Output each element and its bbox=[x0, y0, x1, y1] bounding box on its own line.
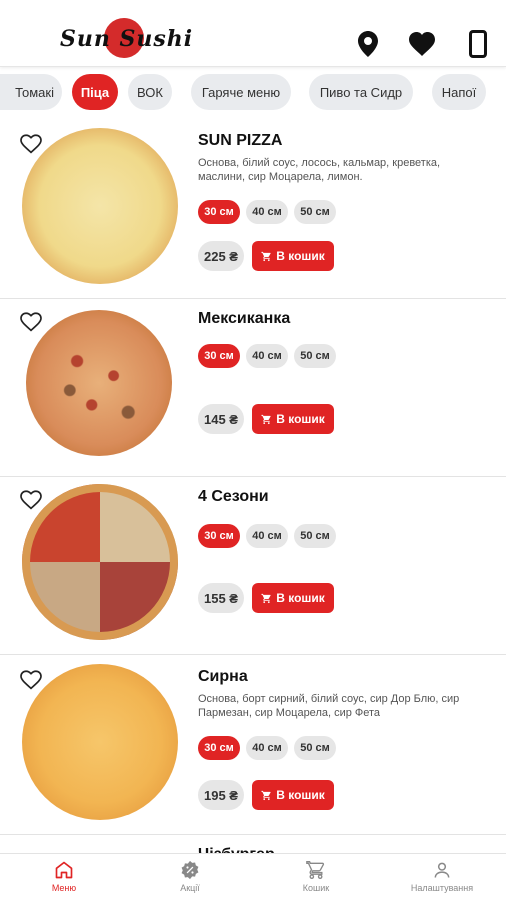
add-to-cart-button[interactable]: В кошик bbox=[252, 241, 334, 271]
size-selector: 30 см 40 см 50 см bbox=[198, 736, 336, 760]
cart-icon bbox=[261, 593, 271, 603]
product-title: 4 Сезони bbox=[198, 488, 269, 505]
product-title: Сирна bbox=[198, 668, 248, 685]
price-badge: 155 ₴ bbox=[198, 583, 244, 613]
tab-beer-cider[interactable]: Пиво та Сидр bbox=[309, 74, 413, 110]
product-description: Основа, білий соус, лосось, кальмар, кре… bbox=[198, 157, 441, 183]
size-option[interactable]: 30 см bbox=[198, 344, 240, 368]
add-to-cart-button[interactable]: В кошик bbox=[252, 583, 334, 613]
product-card: Сирна Основа, борт сирний, білий соус, с… bbox=[0, 656, 506, 835]
home-icon bbox=[55, 861, 73, 879]
phone-icon[interactable] bbox=[464, 30, 492, 58]
pizza-image[interactable] bbox=[22, 484, 178, 640]
size-selector: 30 см 40 см 50 см bbox=[198, 200, 336, 224]
add-to-cart-label: В кошик bbox=[276, 412, 325, 426]
add-to-cart-button[interactable]: В кошик bbox=[252, 404, 334, 434]
size-selector: 30 см 40 см 50 см bbox=[198, 344, 336, 368]
product-title: Мексиканка bbox=[198, 310, 291, 327]
product-card: 4 Сезони 30 см 40 см 50 см 155 ₴ В кошик bbox=[0, 476, 506, 655]
nav-label: Акції bbox=[180, 883, 200, 893]
size-option[interactable]: 40 см bbox=[246, 200, 288, 224]
size-option[interactable]: 50 см bbox=[294, 200, 336, 224]
nav-label: Кошик bbox=[302, 883, 330, 893]
product-card: SUN PIZZA Основа, білий соус, лосось, ка… bbox=[0, 120, 506, 299]
cart-icon bbox=[261, 251, 271, 261]
tab-label: Гаряче меню bbox=[201, 84, 281, 100]
logo[interactable]: Sun Sushi bbox=[60, 18, 194, 60]
pizza-image[interactable] bbox=[26, 310, 172, 456]
bottom-navigation: Меню Акції Кошик Налаштування bbox=[0, 853, 506, 901]
logo-text: Sun Sushi bbox=[60, 26, 194, 52]
nav-label: Меню bbox=[51, 883, 77, 893]
size-option[interactable]: 40 см bbox=[246, 344, 288, 368]
tab-wok[interactable]: ВОК bbox=[128, 74, 172, 110]
nav-promotions[interactable]: Акції bbox=[140, 860, 240, 900]
tab-label: Пиво та Сидр bbox=[319, 84, 403, 100]
app-header: Sun Sushi bbox=[0, 0, 506, 67]
price-badge: 225 ₴ bbox=[198, 241, 244, 271]
tab-tomaki[interactable]: Томакі bbox=[0, 74, 62, 110]
favorite-heart-icon[interactable] bbox=[20, 490, 42, 510]
tab-label: ВОК bbox=[137, 84, 163, 100]
size-option[interactable]: 30 см bbox=[198, 200, 240, 224]
user-icon bbox=[434, 862, 450, 878]
size-option[interactable]: 30 см bbox=[198, 736, 240, 760]
tab-pizza[interactable]: Піца bbox=[72, 74, 118, 110]
size-option[interactable]: 50 см bbox=[294, 736, 336, 760]
add-to-cart-label: В кошик bbox=[276, 249, 325, 263]
price-badge: 195 ₴ bbox=[198, 780, 244, 810]
price-badge: 145 ₴ bbox=[198, 404, 244, 434]
nav-menu[interactable]: Меню bbox=[14, 860, 114, 900]
product-card: Мексиканка 30 см 40 см 50 см 145 ₴ В кош… bbox=[0, 298, 506, 477]
favorite-heart-icon[interactable] bbox=[20, 670, 42, 690]
add-to-cart-label: В кошик bbox=[276, 591, 325, 605]
size-selector: 30 см 40 см 50 см bbox=[198, 524, 336, 548]
location-pin-icon[interactable] bbox=[354, 30, 382, 58]
size-option[interactable]: 40 см bbox=[246, 524, 288, 548]
size-option[interactable]: 30 см bbox=[198, 524, 240, 548]
size-option[interactable]: 50 см bbox=[294, 524, 336, 548]
tab-label: Томакі bbox=[15, 84, 54, 100]
heart-icon[interactable] bbox=[408, 30, 436, 58]
nav-label: Налаштування bbox=[410, 883, 474, 893]
pizza-image[interactable] bbox=[22, 664, 178, 820]
favorite-heart-icon[interactable] bbox=[20, 134, 42, 154]
tab-label: Напої bbox=[441, 84, 477, 100]
product-description: Основа, борт сирний, білий соус, сир Дор… bbox=[198, 693, 460, 719]
add-to-cart-button[interactable]: В кошик bbox=[252, 780, 334, 810]
size-option[interactable]: 50 см bbox=[294, 344, 336, 368]
product-title: SUN PIZZA bbox=[198, 132, 283, 149]
cart-icon bbox=[261, 790, 271, 800]
pizza-image[interactable] bbox=[22, 128, 178, 284]
cart-icon bbox=[306, 861, 325, 880]
favorite-heart-icon[interactable] bbox=[20, 312, 42, 332]
tab-label: Піца bbox=[80, 84, 110, 100]
add-to-cart-label: В кошик bbox=[276, 788, 325, 802]
nav-cart[interactable]: Кошик bbox=[266, 860, 366, 900]
category-tabs: Томакі Піца ВОК Гаряче меню Пиво та Сидр… bbox=[0, 74, 506, 114]
tab-hot-menu[interactable]: Гаряче меню bbox=[191, 74, 291, 110]
size-option[interactable]: 40 см bbox=[246, 736, 288, 760]
tab-drinks[interactable]: Напої bbox=[432, 74, 486, 110]
cart-icon bbox=[261, 414, 271, 424]
discount-badge-icon bbox=[181, 860, 199, 880]
nav-settings[interactable]: Налаштування bbox=[392, 860, 492, 900]
